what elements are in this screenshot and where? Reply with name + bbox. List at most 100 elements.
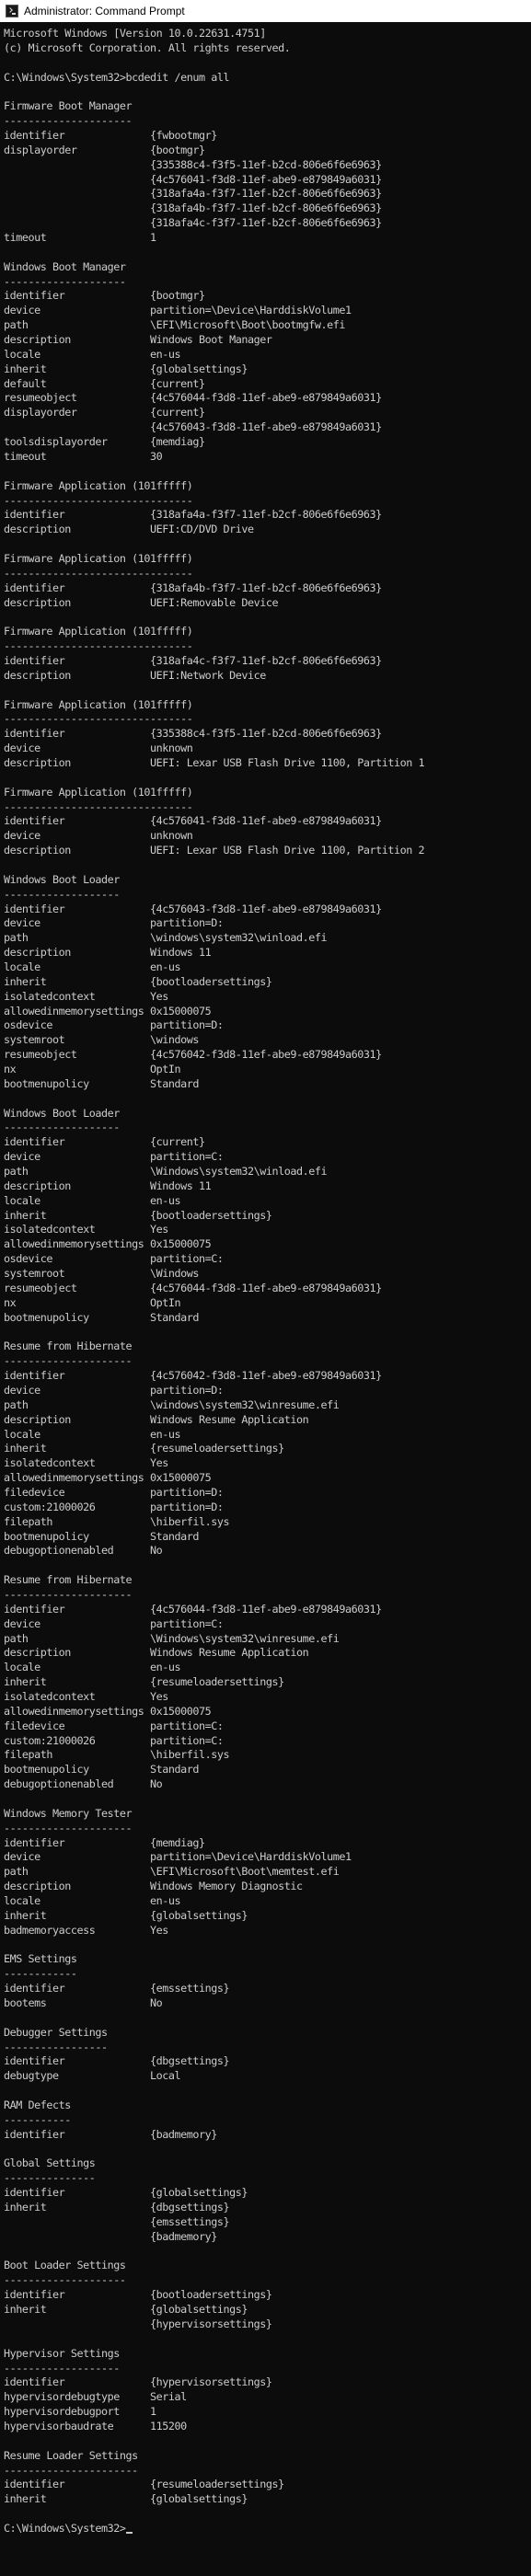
console-line: resumeobject {4c576044-f3d8-11ef-abe9-e8… [4,1281,382,1294]
console-line: description Windows Boot Manager [4,333,272,347]
console-line: debugoptionenabled No [4,1544,163,1558]
console-line: allowedinmemorysettings 0x15000075 [4,1471,212,1485]
console-line: ---------------------- [4,2463,138,2477]
console-line: Resume from Hibernate [4,1340,133,1353]
console-line: Microsoft Windows [Version 10.0.22631.47… [4,27,266,40]
console-line: ------------------------------- [4,566,193,580]
console-line: isolatedcontext Yes [4,1223,168,1236]
console-line: Windows Boot Loader [4,1106,120,1120]
console-line: ------------ [4,1967,77,1981]
console-line: identifier {318afa4c-f3f7-11ef-b2cf-806e… [4,653,382,667]
console-line: displayorder {current} [4,406,205,420]
console-output-area[interactable]: Microsoft Windows [Version 10.0.22631.47… [0,22,531,2576]
console-line: --------------- [4,2171,96,2185]
console-line: osdevice partition=C: [4,1252,224,1266]
command-prompt-icon [6,5,18,17]
console-line: ----------------- [4,2040,108,2053]
prompt-line: C:\Windows\System32> [4,2522,526,2536]
console-line: {4c576043-f3d8-11ef-abe9-e879849a6031} [4,420,382,434]
console-line: hypervisordebugport 1 [4,2405,156,2419]
console-line: hypervisordebugtype Serial [4,2390,187,2404]
console-line: ------------------------------- [4,799,193,813]
console-line: nx OptIn [4,1295,181,1309]
console-line: description UEFI:Network Device [4,668,266,682]
console-line: Global Settings [4,2156,96,2170]
console-line: bootmenupolicy Standard [4,1076,199,1090]
console-line: device partition=D: [4,1383,224,1397]
console-line: isolatedcontext Yes [4,989,168,1003]
console-line: inherit {globalsettings} [4,362,248,375]
console-line: {318afa4c-f3f7-11ef-b2cf-806e6f6e6963} [4,216,382,230]
console-line: inherit {bootloadersettings} [4,1208,272,1222]
console-line: Firmware Application (101fffff) [4,785,193,799]
console-line: filedevice partition=C: [4,1719,224,1732]
console-line: RAM Defects [4,2099,71,2112]
console-line: Firmware Boot Manager [4,99,133,113]
console-line: device unknown [4,829,193,843]
console-line: debugoptionenabled No [4,1777,163,1791]
console-line: hypervisorbaudrate 115200 [4,2419,187,2432]
console-line: ------------------------------- [4,493,193,507]
console-line: bootmenupolicy Standard [4,1763,199,1777]
console-line: Resume Loader Settings [4,2448,138,2462]
console-line: identifier {emssettings} [4,1982,230,1995]
console-line: --------------------- [4,1587,133,1601]
console-line: bootmenupolicy Standard [4,1529,199,1543]
console-line: identifier {fwbootmgr} [4,129,217,143]
console-line: {335388c4-f3f5-11ef-b2cd-806e6f6e6963} [4,157,382,171]
console-line: identifier {4c576041-f3d8-11ef-abe9-e879… [4,814,382,828]
console-line: badmemoryaccess Yes [4,1923,168,1937]
console-line: filepath \hiberfil.sys [4,1748,230,1762]
console-line: device unknown [4,742,193,755]
window-title-bar[interactable]: Administrator: Command Prompt [0,0,531,22]
console-line: locale en-us [4,1894,181,1907]
console-line: {hypervisorsettings} [4,2317,272,2330]
console-line: identifier {resumeloadersettings} [4,2478,284,2491]
console-line: description UEFI: Lexar USB Flash Drive … [4,755,425,769]
console-line: allowedinmemorysettings 0x15000075 [4,1004,212,1018]
console-line: resumeobject {4c576042-f3d8-11ef-abe9-e8… [4,1048,382,1062]
console-line: Windows Boot Manager [4,259,126,273]
console-line: Debugger Settings [4,2025,108,2039]
console-line: description UEFI:CD/DVD Drive [4,523,254,536]
console-line: resumeobject {4c576044-f3d8-11ef-abe9-e8… [4,391,382,405]
console-line: identifier {hypervisorsettings} [4,2375,272,2389]
console-line: locale en-us [4,1193,181,1207]
console-line: ----------- [4,2112,71,2126]
console-line: --------------------- [4,1354,133,1368]
console-line: nx OptIn [4,1063,181,1076]
console-line: -------------------- [4,2273,126,2287]
console-line: description Windows 11 [4,1179,212,1192]
console-line: {318afa4a-f3f7-11ef-b2cf-806e6f6e6963} [4,187,382,201]
console-line: locale en-us [4,1661,181,1674]
console-line: filepath \hiberfil.sys [4,1514,230,1528]
console-line: path \Windows\system32\winresume.efi [4,1631,340,1645]
console-line: identifier {bootmgr} [4,289,205,303]
console-line: description Windows Resume Application [4,1412,309,1426]
console-line: inherit {globalsettings} [4,2492,248,2506]
console-line: locale en-us [4,1427,181,1441]
console-line: description Windows Memory Diagnostic [4,1880,303,1893]
console-line: {318afa4b-f3f7-11ef-b2cf-806e6f6e6963} [4,201,382,215]
text-cursor [126,2531,133,2534]
console-line: inherit {globalsettings} [4,1908,248,1922]
console-line: device partition=C: [4,1150,224,1164]
console-line: inherit {globalsettings} [4,2303,248,2317]
console-line: osdevice partition=D: [4,1018,224,1032]
console-line: Resume from Hibernate [4,1573,133,1587]
console-line: filedevice partition=D: [4,1485,224,1499]
console-line: {4c576041-f3d8-11ef-abe9-e879849a6031} [4,172,382,186]
console-line: Windows Boot Loader [4,872,120,886]
console-line: identifier {badmemory} [4,2127,217,2141]
console-line: description Windows Resume Application [4,1646,309,1660]
console-line: inherit {resumeloadersettings} [4,1675,284,1689]
console-line: systemroot \windows [4,1033,199,1047]
